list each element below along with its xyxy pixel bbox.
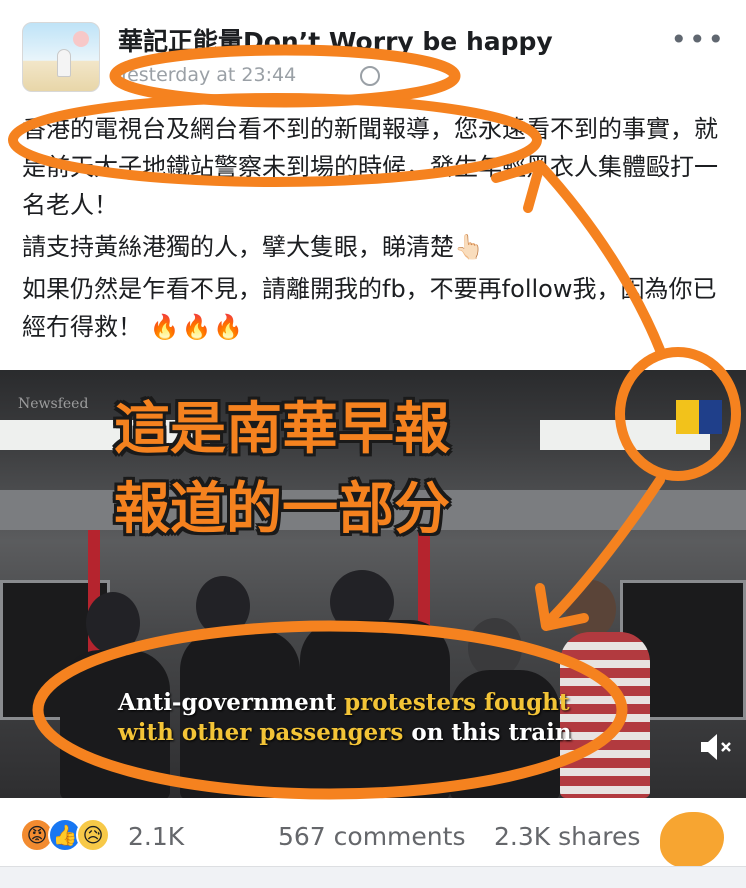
passenger-head [566, 580, 616, 638]
subtitle-line-2: with other passengers on this train [118, 718, 572, 748]
post-paragraph-3-text: 如果仍然是乍看不見，請離開我的fb，不要再follow我，因為你已經冇得救！ [22, 275, 717, 341]
post-footer-divider [0, 866, 746, 888]
post-paragraph-3: 如果仍然是乍看不見，請離開我的fb，不要再follow我，因為你已經冇得救！ 🔥… [22, 270, 726, 346]
passenger-striped-shirt [560, 632, 650, 798]
post-text: 香港的電視台及網台看不到的新聞報導，您永遠看不到的事實，就是前天太子地鐵站警察未… [22, 110, 726, 350]
shares-count[interactable]: 2.3K shares [494, 822, 640, 851]
publisher-logo [676, 400, 722, 434]
passenger-head [468, 618, 522, 678]
subtitle-part-3: with other passengers [118, 719, 404, 746]
author-name[interactable]: 華記正能量Don’t Worry be happy [118, 22, 553, 58]
video-subtitle: Anti-government protesters fought with o… [118, 688, 572, 748]
sad-reaction-icon[interactable]: 😥 [76, 818, 110, 852]
fire-emoji-icons: 🔥🔥🔥 [149, 313, 246, 341]
post-paragraph-2: 請支持黃絲港獨的人，擘大隻眼，睇清楚👆🏻 [22, 233, 484, 261]
avatar-figure [57, 49, 71, 77]
avatar-sun [73, 31, 89, 47]
annotation-caption-line-1: 這是南華早報 [114, 397, 450, 462]
subtitle-part-2: protesters fought [344, 689, 570, 716]
speaker-muted-icon[interactable] [698, 730, 732, 764]
embedded-video[interactable]: Newsfeed 這是南華早報 報道的一部分 Anti-government p… [0, 370, 746, 798]
passenger-head [86, 592, 140, 654]
post-header: 華記正能量Don’t Worry be happy Yesterday at 2… [0, 0, 746, 100]
reaction-count[interactable]: 2.1K [128, 822, 184, 851]
passenger-head [196, 576, 250, 636]
more-options-icon[interactable]: ••• [670, 26, 726, 54]
post-timestamp[interactable]: Yesterday at 23:44 [118, 64, 296, 86]
subtitle-part-1: Anti-government [118, 689, 345, 716]
globe-icon [360, 66, 380, 86]
post-reactions-bar: 😡 👍 😥 2.1K 567 comments 2.3K shares [20, 812, 746, 868]
comments-count[interactable]: 567 comments [278, 822, 465, 851]
video-watermark: Newsfeed [18, 396, 89, 412]
annotation-caption: 這是南華早報 報道的一部分 [114, 390, 450, 550]
annotation-blob [660, 812, 724, 868]
subtitle-part-4: on this train [403, 719, 572, 746]
post-paragraph-1: 香港的電視台及網台看不到的新聞報導，您永遠看不到的事實，就是前天太子地鐵站警察未… [22, 115, 718, 219]
annotation-caption-line-2: 報道的一部分 [114, 477, 450, 542]
subtitle-line-1: Anti-government protesters fought [118, 688, 572, 718]
author-avatar[interactable] [22, 22, 100, 92]
